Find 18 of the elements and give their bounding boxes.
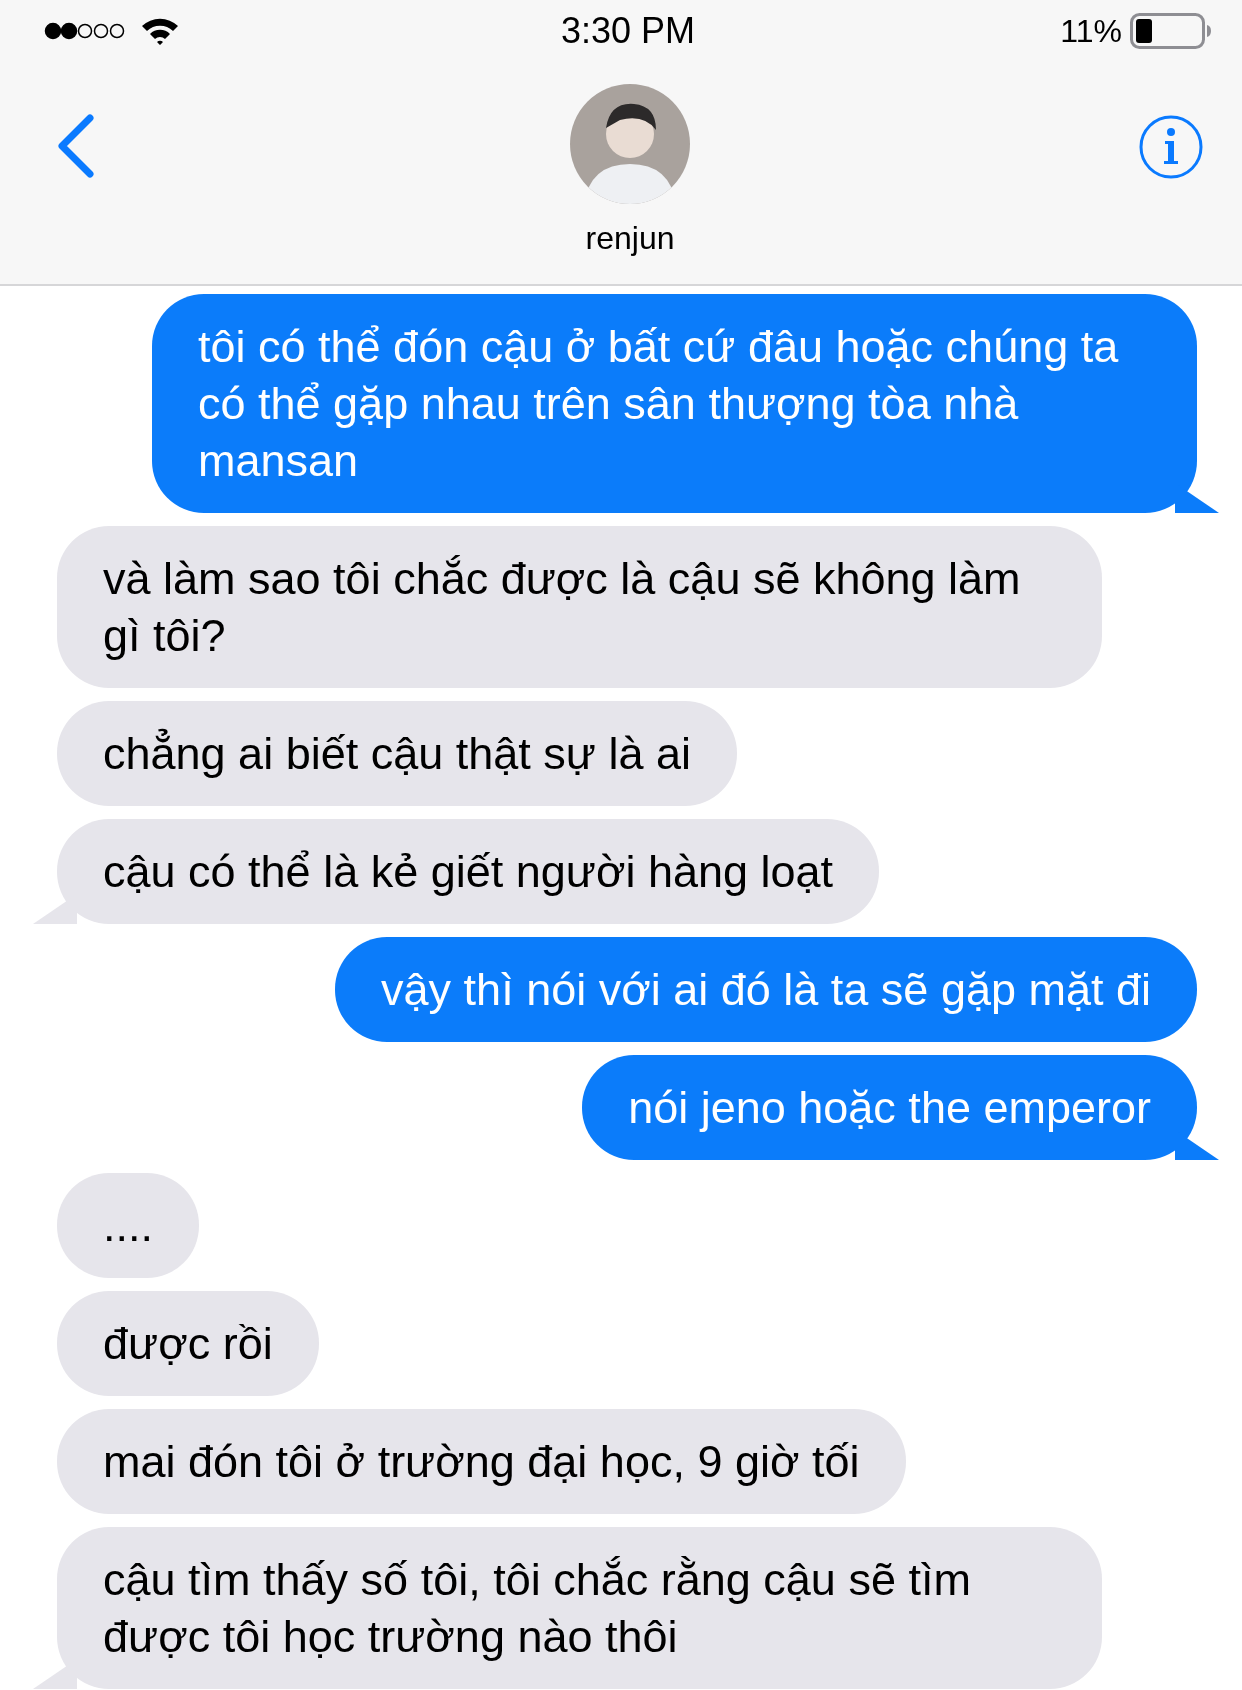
message-bubble: chẳng ai biết cậu thật sự là ai (57, 701, 737, 806)
message-bubble: cậu có thể là kẻ giết người hàng loạt (57, 819, 880, 924)
back-icon[interactable] (56, 114, 96, 178)
message-bubble: mai đón tôi ở trường đại học, 9 giờ tối (57, 1409, 906, 1514)
message-bubble: tôi có thể đón cậu ở bất cứ đâu hoặc chúng ta có thể gặp nhau trên sân thượng tòa nhà mansan (152, 294, 1197, 513)
message-bubble: .... (57, 1173, 199, 1278)
contact-name[interactable]: renjun (585, 220, 675, 257)
message-bubble: nói jeno hoặc the emperor (582, 1055, 1197, 1160)
battery-icon (1130, 13, 1212, 49)
info-icon[interactable] (1138, 114, 1204, 180)
signal-icon (44, 22, 126, 40)
battery-percent: 11% (1060, 12, 1122, 50)
message-bubble: và làm sao tôi chắc được là cậu sẽ không làm gì tôi? (57, 526, 1102, 688)
wifi-icon (140, 16, 180, 46)
message-bubble: vậy thì nói với ai đó là ta sẽ gặp mặt đi (335, 937, 1197, 1042)
message-bubble: được rồi (57, 1291, 319, 1396)
status-time: 3:30 PM (560, 10, 696, 52)
message-bubble: cậu tìm thấy số tôi, tôi chắc rằng cậu sẽ tìm được tôi học trường nào thôi (57, 1527, 1102, 1689)
